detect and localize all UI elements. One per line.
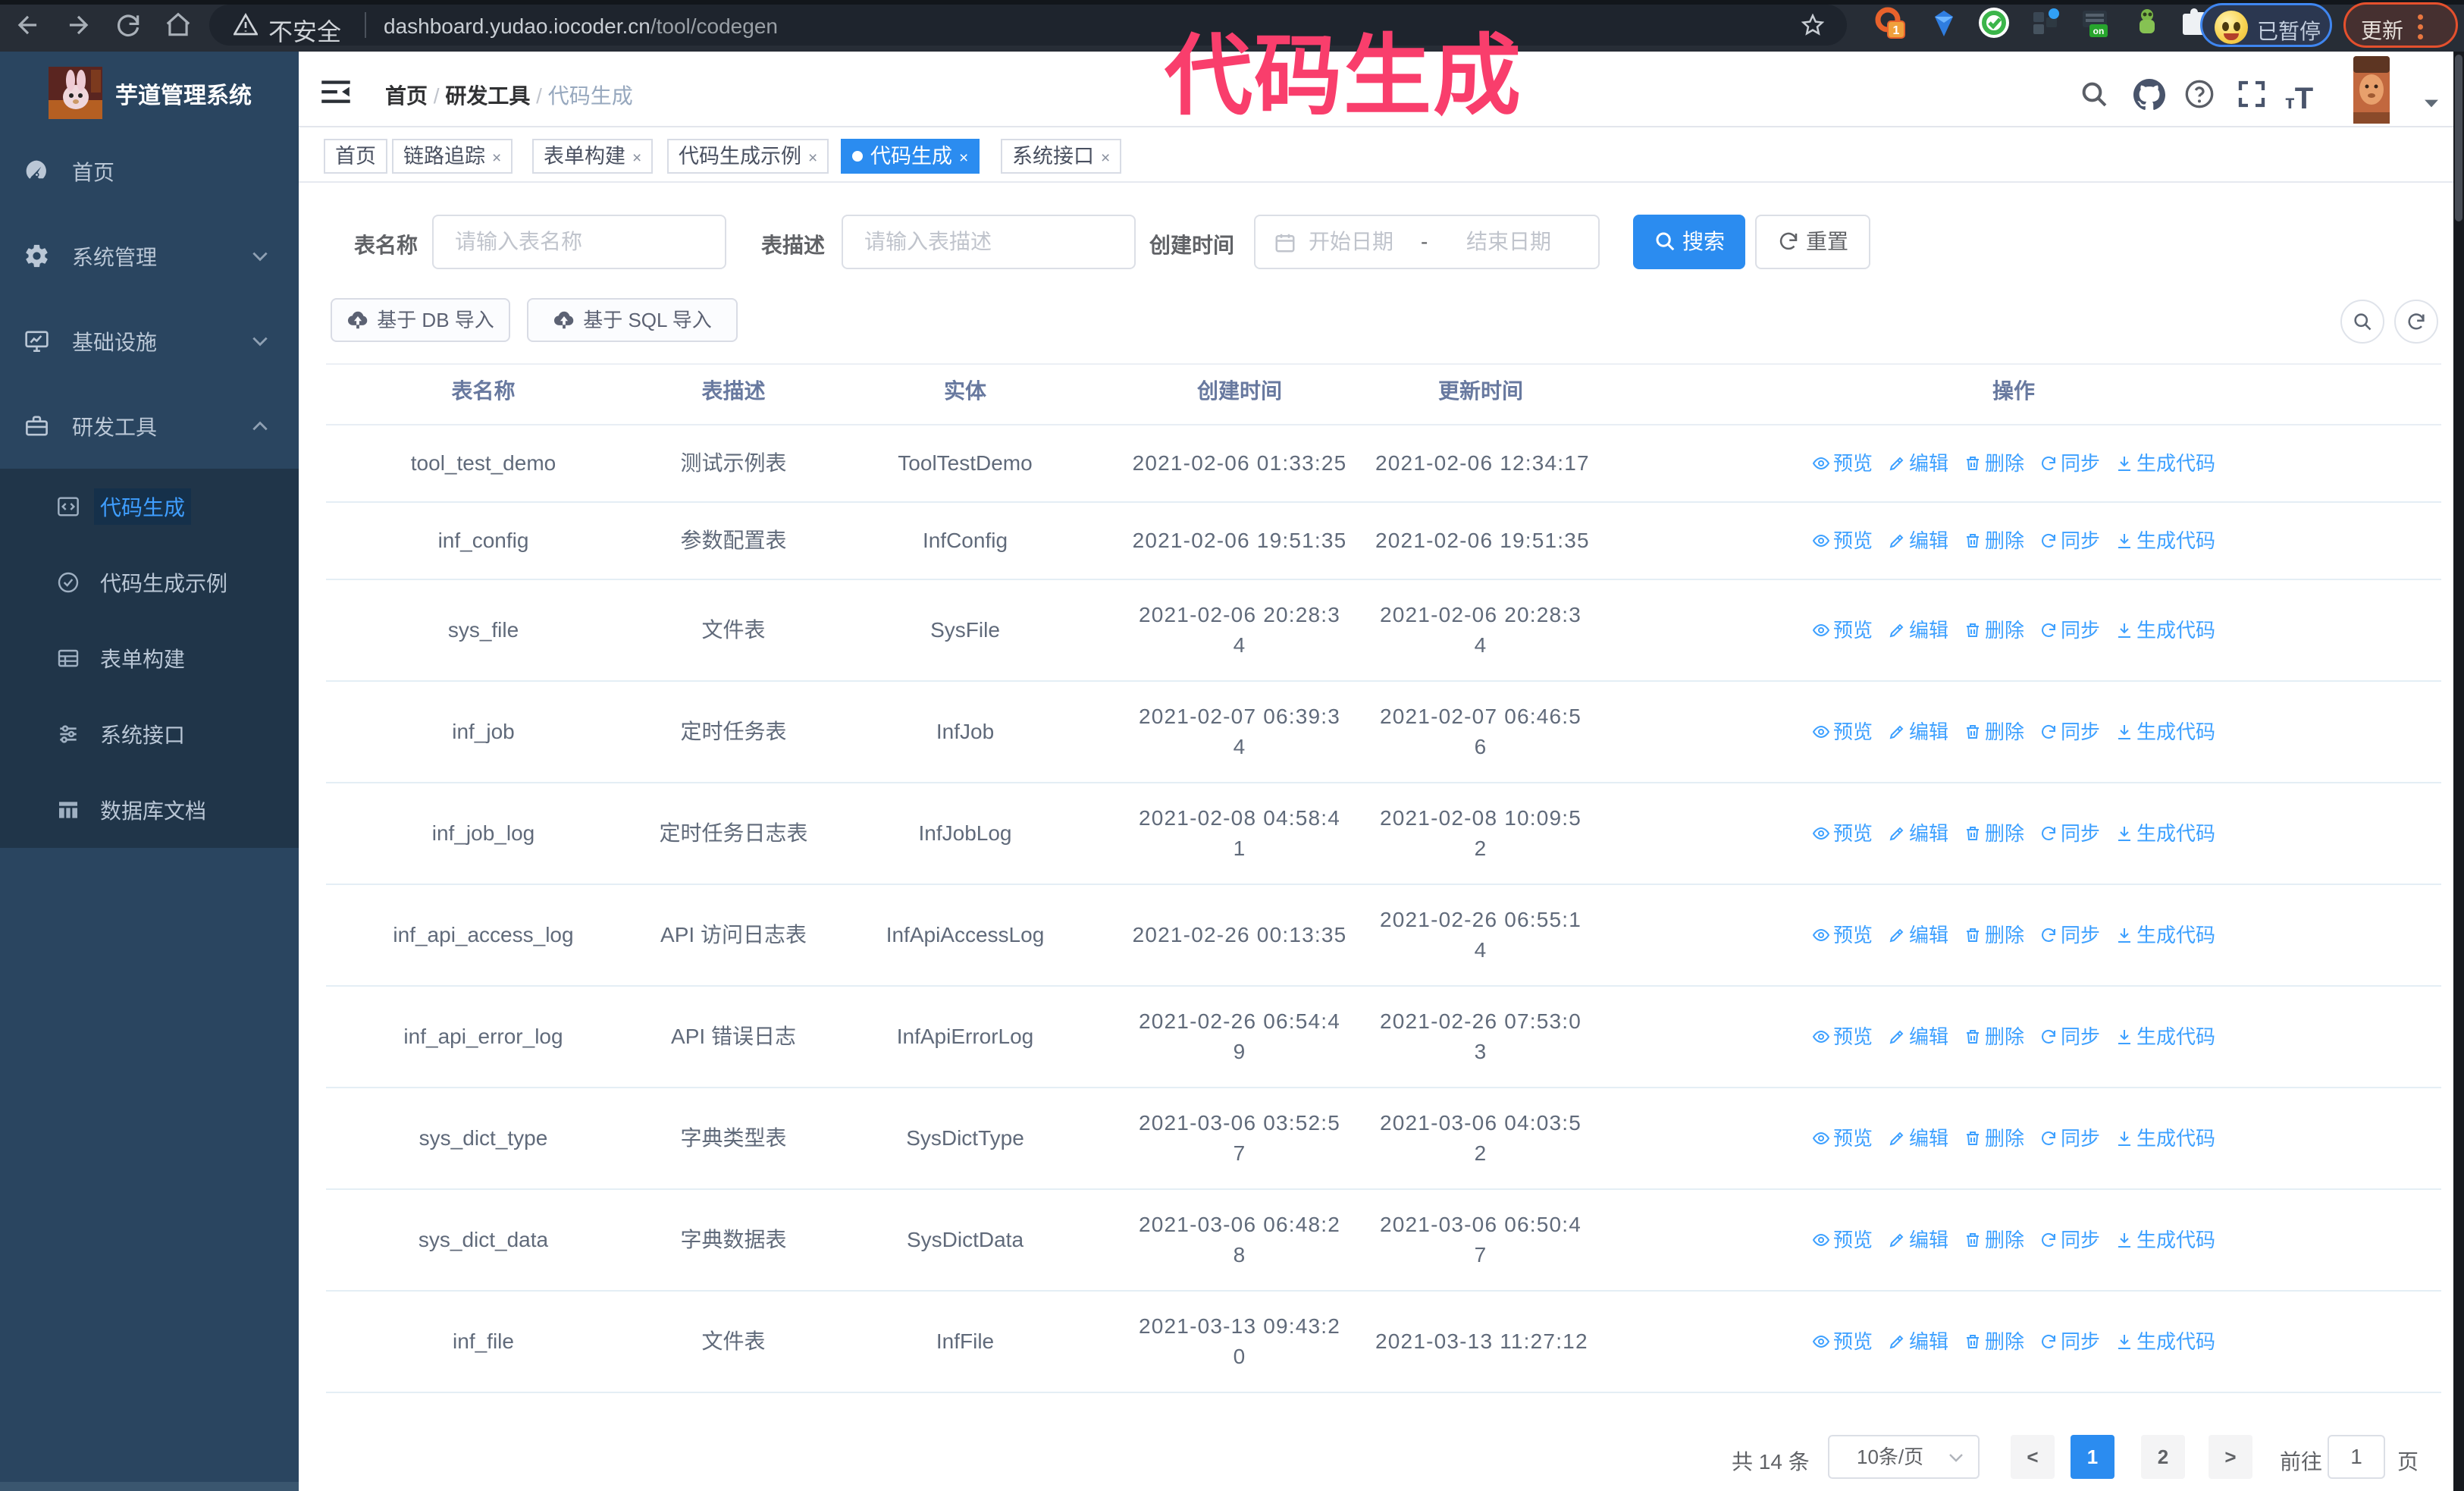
svg-text:on: on (2093, 26, 2105, 36)
svg-text:1: 1 (1893, 24, 1900, 37)
